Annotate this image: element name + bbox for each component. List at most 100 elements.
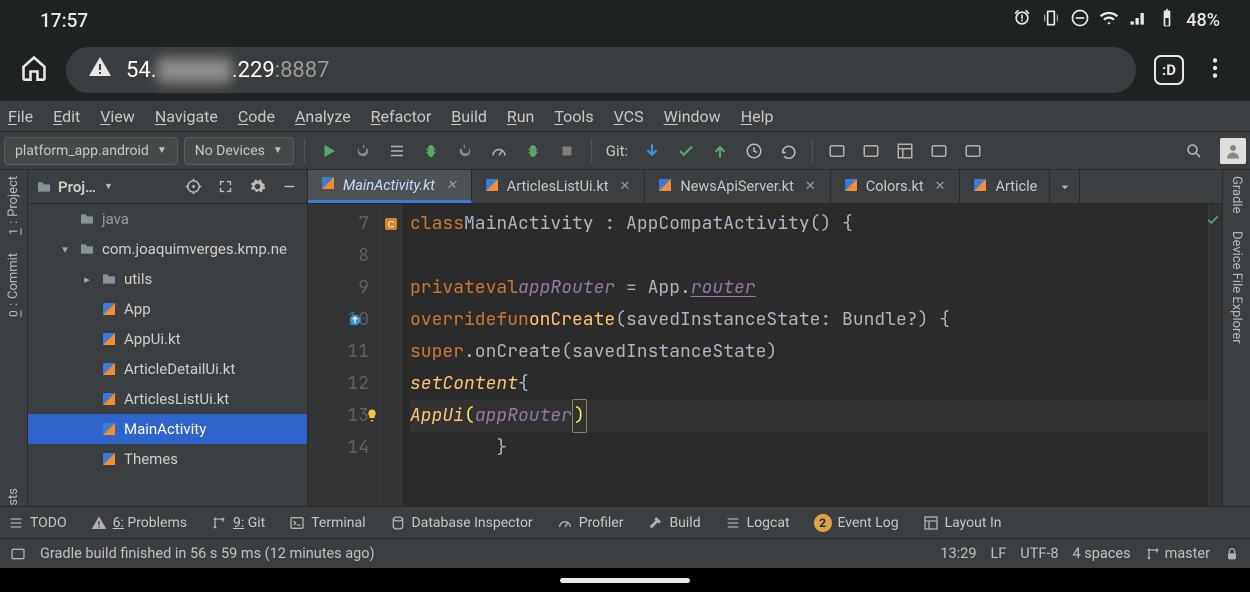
bottom-tool-todo[interactable]: TODO [8, 515, 67, 531]
editor-tab[interactable]: Colors.kt✕ [831, 170, 961, 203]
home-icon[interactable] [20, 54, 48, 86]
menu-build[interactable]: Build [451, 107, 487, 126]
instant-run-button[interactable] [519, 137, 547, 165]
tool-device-file-explorer-tab[interactable]: Device File Explorer [1229, 231, 1244, 344]
bottom-tool-profiler[interactable]: Profiler [557, 515, 624, 531]
device-combo[interactable]: No Devices ▼ [184, 137, 294, 165]
bottom-tool-build[interactable]: Build [647, 515, 700, 531]
lock-icon[interactable] [1224, 546, 1240, 562]
coverage-button[interactable] [451, 137, 479, 165]
menu-code[interactable]: Code [238, 107, 275, 126]
menu-vcs[interactable]: VCS [614, 107, 644, 126]
bottom-tool-database-inspector[interactable]: Database Inspector [390, 515, 533, 531]
expand-all-icon[interactable] [213, 175, 237, 199]
code-line[interactable]: setContent { [410, 368, 1208, 400]
tool-gradle-tab[interactable]: Gradle [1229, 176, 1244, 213]
override-gutter-icon[interactable] [348, 313, 362, 327]
code-line[interactable]: private val appRouter = App.router [410, 272, 1208, 304]
status-tool-window-icon[interactable] [10, 546, 26, 562]
caret-position[interactable]: 13:29 [940, 545, 976, 562]
editor-tab[interactable]: ArticlesListUi.kt✕ [472, 170, 646, 203]
file-encoding[interactable]: UTF-8 [1020, 545, 1058, 562]
bottom-tool-event-log[interactable]: 2Event Log [814, 514, 899, 532]
attach-debugger-button[interactable] [383, 137, 411, 165]
menu-tools[interactable]: Tools [554, 107, 593, 126]
tree-node[interactable]: App [28, 294, 307, 324]
git-commit-button[interactable] [672, 137, 700, 165]
tree-node[interactable]: ▸utils [28, 264, 307, 294]
tree-node[interactable]: Themes [28, 444, 307, 474]
tree-node[interactable]: java [28, 204, 307, 234]
tool-commit-tab[interactable]: 0: Commit [6, 253, 21, 317]
tab-count-button[interactable]: :D [1154, 55, 1184, 85]
menu-run[interactable]: Run [507, 107, 535, 126]
hide-tool-window-icon[interactable] [277, 175, 301, 199]
code-editor[interactable]: class MainActivity : AppCompatActivity()… [402, 204, 1208, 506]
menu-refactor[interactable]: Refactor [371, 107, 432, 126]
menu-navigate[interactable]: Navigate [155, 107, 218, 126]
editor-tab[interactable]: MainActivity.kt✕ [308, 170, 472, 203]
line-ending[interactable]: LF [990, 545, 1006, 562]
sync-project-button[interactable] [959, 137, 987, 165]
run-config-combo[interactable]: platform_app.android ▼ [4, 137, 178, 165]
device-manager-button[interactable] [925, 137, 953, 165]
tree-node[interactable]: ArticleDetailUi.kt [28, 354, 307, 384]
apply-changes-button[interactable] [349, 137, 377, 165]
bottom-tool-layout-in[interactable]: Layout In [923, 515, 1002, 531]
tree-node[interactable]: MainActivity [28, 414, 307, 444]
git-rollback-button[interactable] [774, 137, 802, 165]
settings-icon[interactable] [245, 175, 269, 199]
close-tab-icon[interactable]: ✕ [617, 179, 632, 194]
search-everywhere-button[interactable] [1180, 137, 1208, 165]
tool-project-tab[interactable]: 1: Project [6, 176, 21, 235]
git-history-button[interactable] [740, 137, 768, 165]
browser-more-icon[interactable] [1202, 55, 1228, 85]
stop-button[interactable] [553, 137, 581, 165]
select-opened-file-icon[interactable] [181, 175, 205, 199]
tree-node[interactable]: ▾com.joaquimverges.kmp.ne [28, 234, 307, 264]
editor-tab[interactable]: Article [960, 170, 1050, 203]
close-tab-icon[interactable]: ✕ [933, 179, 948, 194]
code-line[interactable]: } [410, 432, 1208, 464]
menu-edit[interactable]: Edit [53, 107, 80, 126]
code-line[interactable] [410, 240, 1208, 272]
code-line[interactable]: super.onCreate(savedInstanceState) [410, 336, 1208, 368]
menu-window[interactable]: Window [664, 107, 721, 126]
close-tab-icon[interactable]: ✕ [444, 178, 459, 193]
resource-manager-button[interactable] [891, 137, 919, 165]
profile-button[interactable] [485, 137, 513, 165]
debug-button[interactable] [417, 137, 445, 165]
account-avatar[interactable] [1220, 138, 1246, 164]
intention-bulb-icon[interactable] [364, 408, 380, 424]
menu-help[interactable]: Help [741, 107, 774, 126]
menu-file[interactable]: File [8, 107, 33, 126]
avd-manager-button[interactable] [823, 137, 851, 165]
code-line[interactable]: class MainActivity : AppCompatActivity()… [410, 208, 1208, 240]
error-stripe[interactable] [1208, 204, 1222, 506]
bottom-tool-problems[interactable]: 6: Problems [91, 515, 187, 531]
tree-node[interactable]: ArticlesListUi.kt [28, 384, 307, 414]
tool-structure-tab[interactable]: sts [6, 488, 21, 506]
indent-setting[interactable]: 4 spaces [1073, 545, 1131, 562]
close-tab-icon[interactable]: ✕ [803, 179, 818, 194]
code-line[interactable]: override fun onCreate(savedInstanceState… [410, 304, 1208, 336]
git-update-button[interactable] [638, 137, 666, 165]
menu-analyze[interactable]: Analyze [295, 107, 351, 126]
project-tree[interactable]: java▾com.joaquimverges.kmp.ne▸utilsAppAp… [28, 204, 307, 506]
tabs-overflow-button[interactable] [1050, 170, 1080, 203]
project-view-selector[interactable]: Proj… ▼ [36, 178, 113, 196]
bottom-tool-logcat[interactable]: Logcat [725, 515, 790, 531]
android-nav-bar[interactable] [0, 568, 1250, 592]
url-field[interactable]: 54.xxx.xxx.229:8887 [66, 47, 1136, 93]
bottom-tool-git[interactable]: 9: Git [211, 515, 265, 531]
gesture-handle[interactable] [560, 578, 690, 583]
git-branch[interactable]: master [1145, 545, 1210, 562]
editor-tab[interactable]: NewsApiServer.kt✕ [645, 170, 830, 203]
tree-node[interactable]: AppUi.kt [28, 324, 307, 354]
run-button[interactable] [315, 137, 343, 165]
menu-view[interactable]: View [100, 107, 135, 126]
git-push-button[interactable] [706, 137, 734, 165]
code-line[interactable]: AppUi(appRouter) [410, 400, 1208, 432]
sdk-manager-button[interactable] [857, 137, 885, 165]
bottom-tool-terminal[interactable]: Terminal [289, 515, 365, 531]
